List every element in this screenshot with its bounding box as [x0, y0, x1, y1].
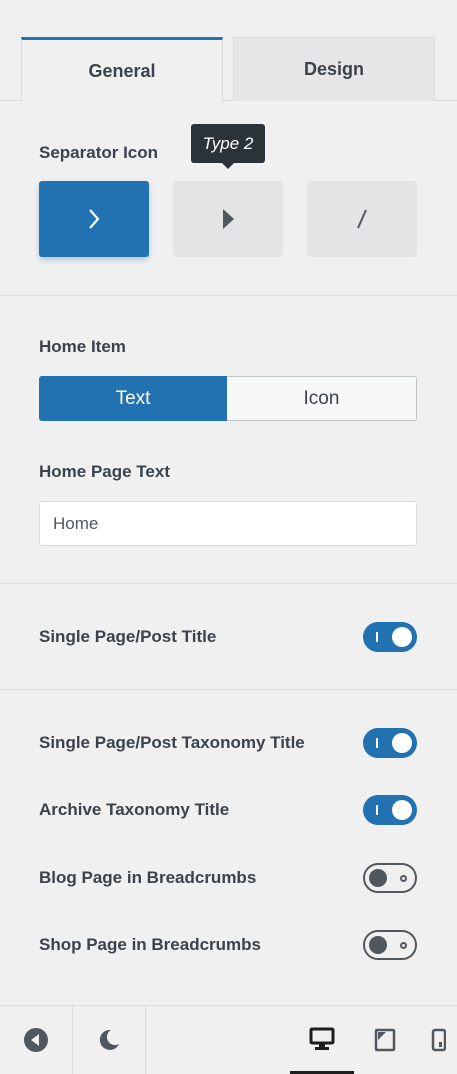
slash-icon [357, 209, 367, 229]
shop-page-toggle[interactable] [363, 930, 417, 960]
toggle-label-shop-page: Shop Page in Breadcrumbs [39, 935, 261, 954]
footer-divider [145, 1006, 146, 1074]
desktop-icon [309, 1027, 335, 1050]
toggle-label-taxonomy-title: Single Page/Post Taxonomy Title [39, 733, 305, 752]
triangle-right-icon [223, 209, 234, 229]
desktop-preview-button[interactable] [290, 1006, 354, 1074]
toggle-label-archive-taxonomy: Archive Taxonomy Title [39, 800, 230, 819]
mobile-icon [431, 1028, 446, 1052]
mobile-preview-button[interactable] [430, 1006, 457, 1074]
separator-tooltip: Type 2 [191, 124, 265, 169]
separator-option-triangle[interactable] [173, 181, 283, 257]
tablet-preview-button[interactable] [358, 1006, 412, 1074]
back-icon [24, 1028, 48, 1052]
home-page-text-input[interactable] [39, 501, 417, 546]
back-button[interactable] [0, 1006, 72, 1074]
tab-general[interactable]: General [21, 37, 223, 102]
separator-option-chevron[interactable] [39, 181, 149, 257]
home-item-text-option[interactable]: Text [39, 376, 227, 421]
home-item-label: Home Item [39, 337, 126, 356]
dark-mode-icon [99, 1029, 119, 1050]
chevron-right-icon [89, 209, 100, 229]
tab-design[interactable]: Design [233, 37, 435, 101]
tablet-icon [374, 1028, 396, 1052]
dark-mode-button[interactable] [73, 1006, 145, 1074]
single-title-toggle[interactable] [363, 622, 417, 652]
home-item-icon-option[interactable]: Icon [227, 376, 417, 421]
toggle-label-blog-page: Blog Page in Breadcrumbs [39, 868, 257, 887]
archive-taxonomy-toggle[interactable] [363, 795, 417, 825]
home-page-text-label: Home Page Text [39, 462, 171, 481]
separator-option-slash[interactable] [307, 181, 417, 257]
blog-page-toggle[interactable] [363, 863, 417, 893]
toggle-label-single-title: Single Page/Post Title [39, 627, 217, 646]
tab-bar: General Design [0, 0, 457, 102]
separator-icon-label: Separator Icon [39, 143, 159, 162]
taxonomy-title-toggle[interactable] [363, 728, 417, 758]
footer-toolbar [0, 1005, 457, 1074]
